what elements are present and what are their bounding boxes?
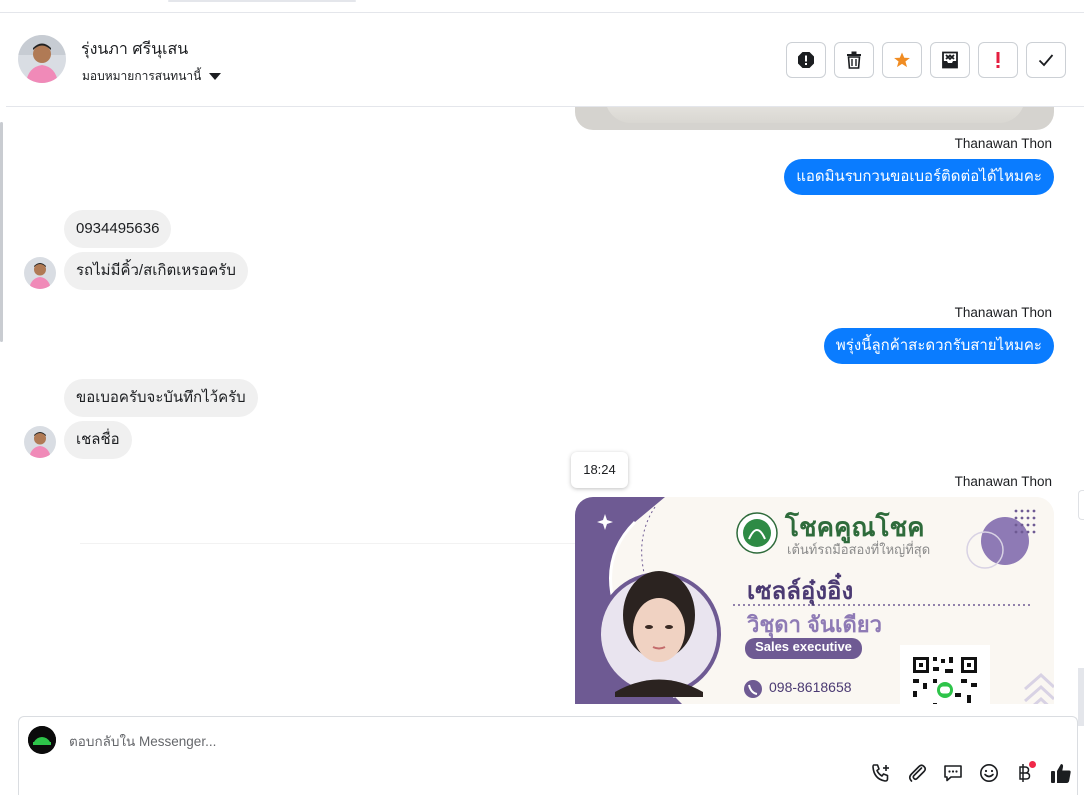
saved-reply-icon — [944, 765, 962, 782]
incoming-message[interactable]: เชลชื่อ — [64, 421, 132, 459]
thread-divider — [80, 543, 575, 544]
sender-name: Thanawan Thon — [954, 305, 1052, 320]
composer-tools — [869, 761, 1073, 785]
exclamation-icon — [996, 52, 1000, 68]
emoji-icon — [980, 764, 998, 782]
contact-avatar[interactable] — [18, 35, 66, 83]
check-icon — [1038, 54, 1054, 67]
notification-dot — [1029, 761, 1036, 768]
like-icon — [1051, 764, 1071, 783]
message-thread[interactable]: Thanawan Thon แอดมินรบกวนขอเบอร์ติดต่อได… — [6, 107, 1076, 704]
tab-hint — [168, 0, 356, 2]
incoming-message[interactable]: ขอเบอครับจะบันทึกไว้ครับ — [64, 379, 258, 417]
outgoing-message[interactable]: พรุ่งนี้ลูกค้าสะดวกรับสายไหมคะ — [823, 328, 1054, 364]
outgoing-message[interactable]: แอดมินรบกวนขอเบอร์ติดต่อได้ไหมคะ — [784, 159, 1054, 195]
contact-avatar-small[interactable] — [24, 426, 56, 458]
emoji-button[interactable] — [977, 761, 1001, 785]
assign-conversation-dropdown[interactable]: มอบหมายการสนทนานี้ — [82, 67, 222, 86]
mark-important-button[interactable] — [978, 42, 1018, 78]
card-tagline: เต้นท์รถมือสองที่ใหญ่ที่สุด — [787, 542, 931, 557]
reply-input[interactable] — [67, 729, 967, 753]
star-icon — [894, 52, 910, 68]
incoming-message[interactable]: 0934495636 — [64, 210, 172, 248]
phone-plus-icon — [872, 764, 889, 782]
assign-label: มอบหมายการสนทนานี้ — [82, 69, 202, 83]
saved-replies-button[interactable] — [941, 761, 965, 785]
scrollbar[interactable] — [1078, 668, 1084, 726]
card-phone: 098-8618658 — [769, 679, 852, 695]
call-button[interactable] — [869, 761, 893, 785]
mark-done-button[interactable] — [1026, 42, 1066, 78]
send-like-button[interactable] — [1049, 761, 1073, 785]
incoming-message[interactable]: รถไม่มีคิ้ว/สเกิตเหรอครับ — [64, 252, 248, 290]
right-panel-edge — [1078, 490, 1084, 520]
card-full-name: วิชุดา จันเดียว — [747, 612, 883, 637]
card-role: Sales executive — [755, 639, 852, 654]
delete-button[interactable] — [834, 42, 874, 78]
sender-name: Thanawan Thon — [954, 136, 1052, 151]
contact-name[interactable]: รุ่งนภา ศรีนุเสน — [81, 37, 188, 62]
payment-button[interactable] — [1013, 761, 1037, 785]
attach-file-button[interactable] — [905, 761, 929, 785]
chevron-down-icon — [209, 73, 222, 80]
reply-composer — [18, 716, 1078, 795]
paperclip-icon — [908, 764, 927, 782]
left-panel-edge — [0, 122, 3, 342]
message-time-tooltip: 18:24 — [571, 452, 628, 488]
archive-icon — [942, 51, 958, 69]
previous-image-attachment[interactable] — [575, 107, 1054, 130]
archive-button[interactable] — [930, 42, 970, 78]
browser-top-strip — [0, 0, 1084, 13]
sender-name: Thanawan Thon — [954, 474, 1052, 489]
card-nickname: เซลล์อุ๋งอิ๋ง — [747, 578, 854, 605]
star-button[interactable] — [882, 42, 922, 78]
page-avatar — [28, 726, 56, 754]
contact-avatar-small[interactable] — [24, 257, 56, 289]
mark-spam-button[interactable] — [786, 42, 826, 78]
trash-icon — [847, 51, 861, 69]
conversation-header: รุ่งนภา ศรีนุเสน มอบหมายการสนทนานี้ — [6, 13, 1084, 107]
conversation-actions — [786, 42, 1066, 78]
spam-icon — [798, 52, 814, 68]
business-card-image[interactable]: โชคคูณโชค เต้นท์รถมือสองที่ใหญ่ที่สุด เซ… — [575, 497, 1054, 704]
